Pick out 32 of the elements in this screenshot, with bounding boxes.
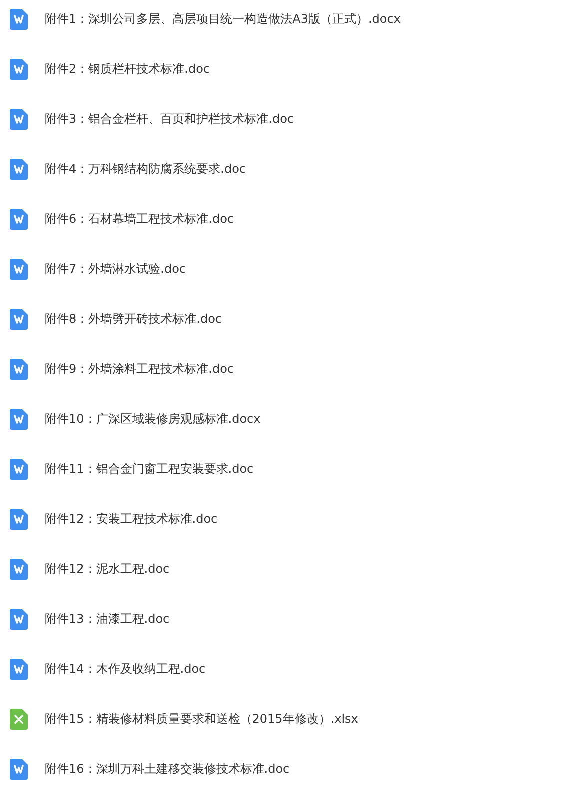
file-name-link[interactable]: 附件9：外墙涂料工程技术标准.doc <box>45 360 234 378</box>
file-name-link[interactable]: 附件8：外墙劈开砖技术标准.doc <box>45 310 222 328</box>
doc-icon <box>10 258 28 280</box>
doc-icon <box>10 158 28 180</box>
doc-icon <box>10 758 28 780</box>
file-name-link[interactable]: 附件1：深圳公司多层、高层项目统一构造做法A3版（正式）.docx <box>45 10 401 28</box>
file-name-link[interactable]: 附件7：外墙淋水试验.doc <box>45 260 186 278</box>
file-name-link[interactable]: 附件4：万科钢结构防腐系统要求.doc <box>45 160 246 178</box>
file-name-link[interactable]: 附件16：深圳万科土建移交装修技术标准.doc <box>45 760 290 778</box>
file-name-link[interactable]: 附件6：石材幕墙工程技术标准.doc <box>45 210 234 228</box>
doc-icon <box>10 208 28 230</box>
file-name-link[interactable]: 附件12：泥水工程.doc <box>45 560 170 578</box>
doc-icon <box>10 608 28 630</box>
file-name-link[interactable]: 附件12：安装工程技术标准.doc <box>45 510 218 528</box>
doc-icon <box>10 558 28 580</box>
file-name-link[interactable]: 附件10：广深区域装修房观感标准.docx <box>45 410 261 428</box>
doc-icon <box>10 358 28 380</box>
file-name-link[interactable]: 附件15：精装修材料质量要求和送检（2015年修改）.xlsx <box>45 710 358 728</box>
doc-icon <box>10 308 28 330</box>
file-name-link[interactable]: 附件3：铝合金栏杆、百页和护栏技术标准.doc <box>45 110 294 128</box>
doc-icon <box>10 408 28 430</box>
doc-icon <box>10 8 28 30</box>
file-name-link[interactable]: 附件2：钢质栏杆技术标准.doc <box>45 60 210 78</box>
doc-icon <box>10 58 28 80</box>
doc-icon <box>10 658 28 680</box>
file-name-link[interactable]: 附件11：铝合金门窗工程安装要求.doc <box>45 460 254 478</box>
spreadsheet-icon <box>10 708 28 730</box>
doc-icon <box>10 108 28 130</box>
doc-icon <box>10 508 28 530</box>
file-name-link[interactable]: 附件13：油漆工程.doc <box>45 610 170 628</box>
doc-icon <box>10 458 28 480</box>
file-name-link[interactable]: 附件14：木作及收纳工程.doc <box>45 660 206 678</box>
